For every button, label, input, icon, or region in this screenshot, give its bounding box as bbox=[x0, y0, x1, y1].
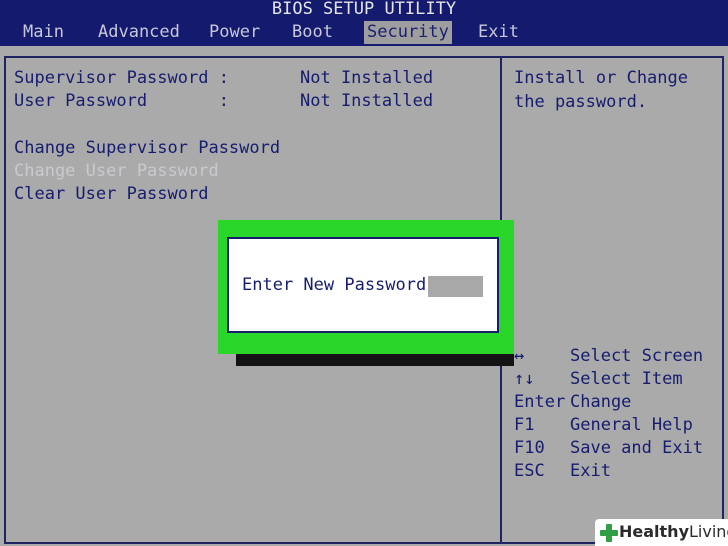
select-item-hint: Select Item bbox=[570, 369, 683, 389]
watermark-rest: Living bbox=[689, 522, 728, 541]
tab-boot[interactable]: Boot bbox=[289, 21, 336, 44]
esc-key: ESC bbox=[514, 461, 545, 481]
plus-leaf-icon bbox=[600, 524, 618, 542]
supervisor-password-label: Supervisor Password : bbox=[14, 68, 229, 88]
watermark-bold: Healthy bbox=[619, 522, 689, 541]
f1-key: F1 bbox=[514, 415, 535, 435]
enter-new-password-label: Enter New Password bbox=[242, 275, 427, 295]
arrows-lr-key: ↔ bbox=[514, 346, 525, 366]
user-password-status: Not Installed bbox=[300, 91, 434, 111]
general-help-hint: General Help bbox=[570, 415, 693, 435]
tab-security[interactable]: Security bbox=[364, 21, 452, 44]
clear-user-password-item[interactable]: Clear User Password bbox=[14, 184, 208, 204]
watermark-text: HealthyLiving bbox=[619, 522, 728, 541]
f10-key: F10 bbox=[514, 438, 545, 458]
enter-key: Enter bbox=[514, 392, 566, 412]
new-password-input[interactable] bbox=[428, 276, 483, 297]
change-hint: Change bbox=[570, 392, 632, 412]
change-supervisor-password-item[interactable]: Change Supervisor Password bbox=[14, 138, 280, 158]
bios-header: BIOS SETUP UTILITY Main Advanced Power B… bbox=[0, 0, 728, 46]
save-exit-hint: Save and Exit bbox=[570, 438, 704, 458]
arrows-ud-key: ↑↓ bbox=[514, 369, 535, 389]
change-user-password-item[interactable]: Change User Password bbox=[14, 161, 219, 181]
user-password-label: User Password : bbox=[14, 91, 229, 111]
tab-main[interactable]: Main bbox=[20, 21, 67, 44]
exit-hint: Exit bbox=[570, 461, 611, 481]
bios-title: BIOS SETUP UTILITY bbox=[271, 0, 457, 19]
select-screen-hint: Select Screen bbox=[570, 346, 704, 366]
supervisor-password-status: Not Installed bbox=[300, 68, 434, 88]
help-description: Install or Change the password. bbox=[514, 68, 688, 112]
tab-advanced[interactable]: Advanced bbox=[95, 21, 183, 44]
dialog-shadow bbox=[236, 352, 514, 366]
tab-exit[interactable]: Exit bbox=[475, 21, 522, 44]
tab-power[interactable]: Power bbox=[206, 21, 263, 44]
